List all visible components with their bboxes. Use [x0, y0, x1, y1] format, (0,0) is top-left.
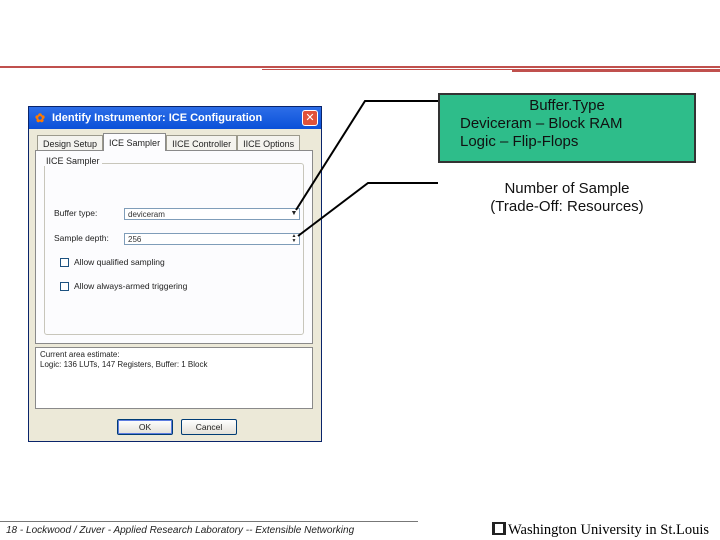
buffer-type-callout: Buffer.Type Deviceram – Block RAM Logic …: [438, 93, 696, 163]
tab-ice-sampler[interactable]: ICE Sampler: [103, 133, 167, 151]
university-name: Washington University in St.Louis: [508, 522, 710, 538]
university-seal-icon: [492, 522, 506, 535]
footer-caption: 18 - Lockwood / Zuver - Applied Research…: [0, 521, 418, 540]
buffer-callout-line3: Logic – Flip-Flops: [460, 133, 579, 150]
sample-callout-line2: (Trade-Off: Resources): [490, 198, 644, 215]
buffer-type-leader: [295, 100, 438, 211]
university-logo: Washington University in St.Louis: [492, 522, 709, 539]
buffer-callout-line1: Buffer.Type: [529, 97, 605, 114]
sample-callout-line1: Number of Sample: [504, 180, 630, 197]
callout-leaders: [295, 100, 438, 237]
sample-depth-callout: Number of Sample (Trade-Off: Resources): [440, 180, 694, 216]
sample-depth-leader: [297, 182, 438, 237]
buffer-callout-line2: Deviceram – Block RAM: [460, 115, 623, 132]
